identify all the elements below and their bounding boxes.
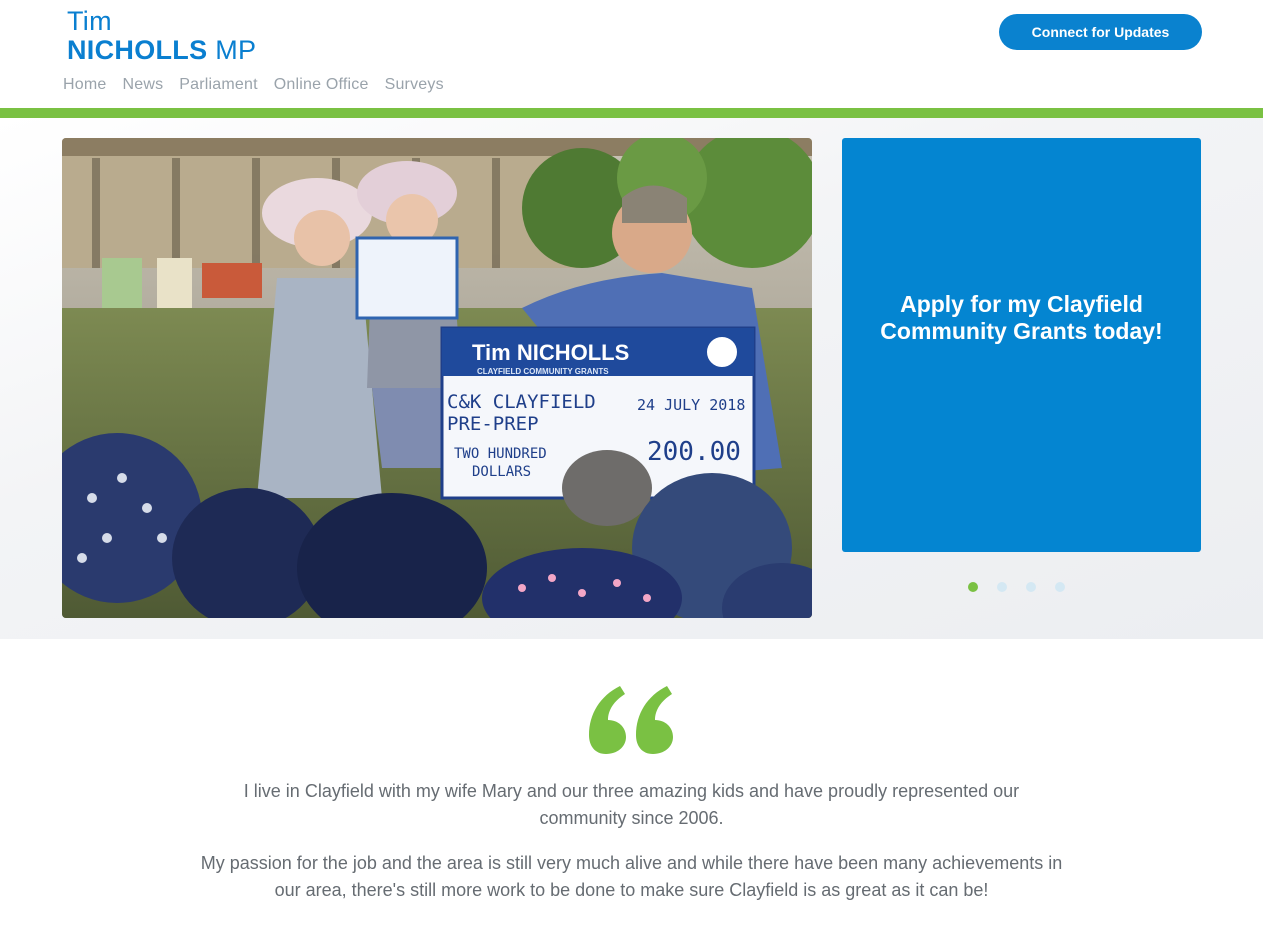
slide-dot-1[interactable]	[968, 582, 978, 592]
cheque-payee-2: PRE-PREP	[447, 413, 539, 435]
logo-suffix: MP	[215, 35, 257, 65]
header-divider	[0, 108, 1263, 118]
nav-parliament[interactable]: Parliament	[179, 76, 257, 94]
intro-paragraph-2: My passion for the job and the area is s…	[200, 853, 1063, 900]
nav-news[interactable]: News	[122, 76, 163, 94]
cheque-payee-1: C&K CLAYFIELD	[447, 391, 596, 413]
nav-home[interactable]: Home	[63, 76, 106, 94]
cheque-subtitle: CLAYFIELD COMMUNITY GRANTS	[477, 367, 609, 376]
quote-icon	[586, 684, 676, 756]
cheque-date: 24 JULY 2018	[637, 396, 745, 414]
nav-online-office[interactable]: Online Office	[274, 76, 369, 94]
logo-first-name: Tim	[67, 6, 112, 36]
connect-for-updates-button[interactable]: Connect for Updates	[999, 14, 1202, 50]
grants-promo-card[interactable]: Apply for my Clayfield Community Grants …	[842, 138, 1201, 552]
site-logo[interactable]: Tim NICHOLLS MP	[67, 8, 256, 64]
logo-last-name: NICHOLLS	[67, 35, 208, 65]
cheque-amount-words-2: DOLLARS	[472, 464, 531, 480]
main-nav: Home News Parliament Online Office Surve…	[63, 76, 460, 94]
cheque-amount-words-1: TWO HUNDRED	[454, 446, 547, 462]
hero-section: Tim NICHOLLS CLAYFIELD COMMUNITY GRANTS …	[0, 118, 1263, 639]
slide-dot-2[interactable]	[997, 582, 1007, 592]
site-header: Tim NICHOLLS MP Home News Parliament Onl…	[0, 0, 1263, 108]
hero-photo: Tim NICHOLLS CLAYFIELD COMMUNITY GRANTS …	[62, 138, 812, 618]
cheque-amount: 200.00	[647, 437, 741, 467]
intro-paragraph-1: I live in Clayfield with my wife Mary an…	[243, 781, 1020, 828]
slide-dot-4[interactable]	[1055, 582, 1065, 592]
slide-dot-3[interactable]	[1026, 582, 1036, 592]
nav-surveys[interactable]: Surveys	[385, 76, 444, 94]
cheque-name: Tim NICHOLLS	[472, 340, 629, 365]
slider-dots	[968, 582, 1084, 592]
promo-text: Apply for my Clayfield Community Grants …	[880, 290, 1163, 344]
